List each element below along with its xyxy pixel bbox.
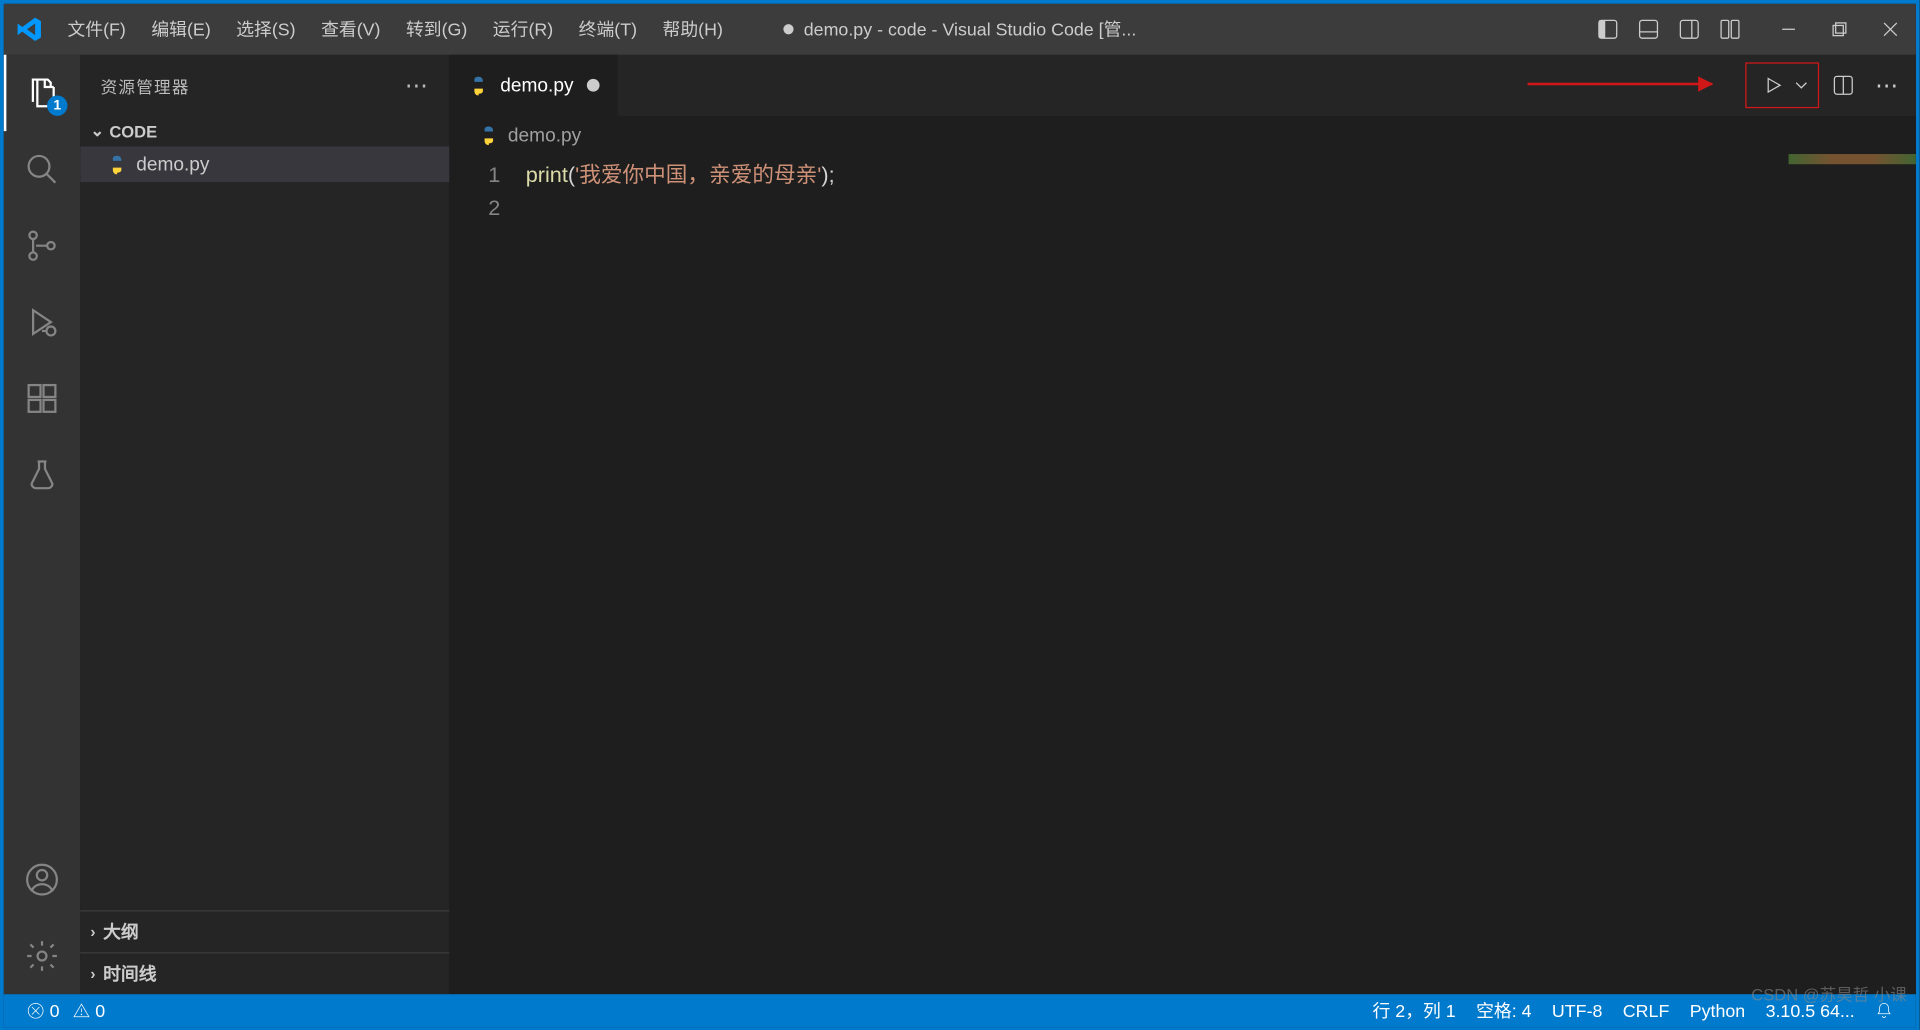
run-button-highlight [1745, 62, 1819, 108]
menu-bar: 文件(F) 编辑(E) 选择(S) 查看(V) 转到(G) 运行(R) 终端(T… [55, 4, 736, 55]
folder-name: CODE [109, 122, 157, 141]
sidebar-header: 资源管理器 ⋯ [80, 55, 449, 116]
code-token-string: '我爱你中国，亲爱的母亲' [575, 163, 821, 187]
window-title: demo.py - code - Visual Studio Code [管..… [783, 17, 1136, 42]
activity-testing[interactable] [4, 437, 80, 513]
status-bar: 0 0 行 2，列 1 空格: 4 UTF-8 CRLF Python 3.10… [4, 994, 1916, 1027]
activity-bar: 1 [4, 55, 80, 994]
menu-select[interactable]: 选择(S) [223, 4, 308, 55]
python-file-icon [106, 153, 129, 176]
breadcrumb[interactable]: demo.py [449, 116, 1915, 154]
status-cursor-position[interactable]: 行 2，列 1 [1362, 994, 1466, 1027]
line-number: 1 [449, 159, 500, 192]
vscode-logo-icon [4, 15, 55, 43]
line-number: 2 [449, 192, 500, 225]
toggle-primary-sidebar-button[interactable] [1587, 4, 1628, 55]
status-indentation[interactable]: 空格: 4 [1466, 994, 1542, 1027]
status-encoding[interactable]: UTF-8 [1542, 994, 1613, 1027]
run-dropdown-button[interactable] [1792, 66, 1810, 104]
minimap[interactable] [1789, 154, 1916, 164]
sidebar-more-button[interactable]: ⋯ [405, 72, 429, 99]
activity-accounts[interactable] [4, 841, 80, 917]
sidebar-title: 资源管理器 [101, 73, 190, 97]
python-file-icon [477, 123, 500, 146]
status-errors-count: 0 [50, 1001, 60, 1021]
title-bar: 文件(F) 编辑(E) 选择(S) 查看(V) 转到(G) 运行(R) 终端(T… [4, 4, 1916, 55]
split-editor-button[interactable] [1824, 66, 1862, 104]
dirty-indicator-icon [783, 24, 793, 34]
window-restore-button[interactable] [1814, 22, 1865, 37]
timeline-label: 时间线 [103, 961, 156, 986]
tab-label: demo.py [500, 74, 573, 96]
code-token-paren: ); [821, 163, 834, 187]
editor-tab-demo-py[interactable]: demo.py [449, 55, 618, 116]
watermark-text: CSDN @苏昊哲 小课 [1751, 981, 1907, 1005]
menu-view[interactable]: 查看(V) [308, 4, 393, 55]
annotation-arrow [1528, 83, 1713, 85]
code-content[interactable]: print('我爱你中国，亲爱的母亲'); [526, 154, 1916, 994]
chevron-right-icon: › [90, 923, 95, 941]
menu-edit[interactable]: 编辑(E) [139, 4, 224, 55]
activity-explorer[interactable]: 1 [4, 55, 80, 131]
tab-dirty-indicator-icon [586, 79, 599, 92]
editor-more-button[interactable]: ⋯ [1867, 66, 1905, 104]
outline-section-header[interactable]: › 大纲 [80, 910, 449, 952]
status-warnings-count: 0 [95, 1001, 105, 1021]
line-gutter: 1 2 [449, 154, 525, 994]
activity-source-control[interactable] [4, 207, 80, 283]
file-tree-item-label: demo.py [136, 153, 209, 175]
menu-terminal[interactable]: 终端(T) [566, 4, 650, 55]
window-title-text: demo.py - code - Visual Studio Code [管..… [804, 17, 1137, 42]
file-tree-item-demo-py[interactable]: demo.py [80, 146, 449, 182]
activity-extensions[interactable] [4, 360, 80, 436]
editor-group: demo.py ⋯ [449, 55, 1915, 994]
toggle-secondary-sidebar-button[interactable] [1669, 4, 1710, 55]
menu-file[interactable]: 文件(F) [55, 4, 139, 55]
editor-tabs: demo.py ⋯ [449, 55, 1915, 116]
menu-help[interactable]: 帮助(H) [650, 4, 736, 55]
folder-section-header[interactable]: ⌄ CODE [80, 116, 449, 147]
activity-settings[interactable] [4, 918, 80, 994]
window-close-button[interactable] [1865, 22, 1916, 37]
explorer-badge: 1 [47, 95, 67, 115]
status-eol[interactable]: CRLF [1613, 994, 1680, 1027]
sidebar-explorer: 资源管理器 ⋯ ⌄ CODE demo.py › 大纲 › [80, 55, 449, 994]
code-token-function: print [526, 163, 568, 187]
menu-run[interactable]: 运行(R) [480, 4, 566, 55]
python-file-icon [467, 74, 490, 97]
chevron-right-icon: › [90, 965, 95, 983]
code-token-paren: ( [568, 163, 575, 187]
toggle-panel-button[interactable] [1628, 4, 1669, 55]
chevron-down-icon: ⌄ [90, 121, 104, 141]
outline-label: 大纲 [103, 919, 139, 944]
breadcrumb-file: demo.py [508, 124, 581, 146]
window-minimize-button[interactable] [1763, 22, 1814, 37]
status-language-mode[interactable]: Python [1680, 994, 1756, 1027]
code-editor[interactable]: 1 2 print('我爱你中国，亲爱的母亲'); [449, 154, 1915, 994]
menu-goto[interactable]: 转到(G) [393, 4, 480, 55]
run-file-button[interactable] [1754, 66, 1792, 104]
customize-layout-button[interactable] [1710, 4, 1751, 55]
activity-search[interactable] [4, 131, 80, 207]
timeline-section-header[interactable]: › 时间线 [80, 952, 449, 994]
activity-run-debug[interactable] [4, 284, 80, 360]
status-problems[interactable]: 0 0 [17, 994, 116, 1027]
